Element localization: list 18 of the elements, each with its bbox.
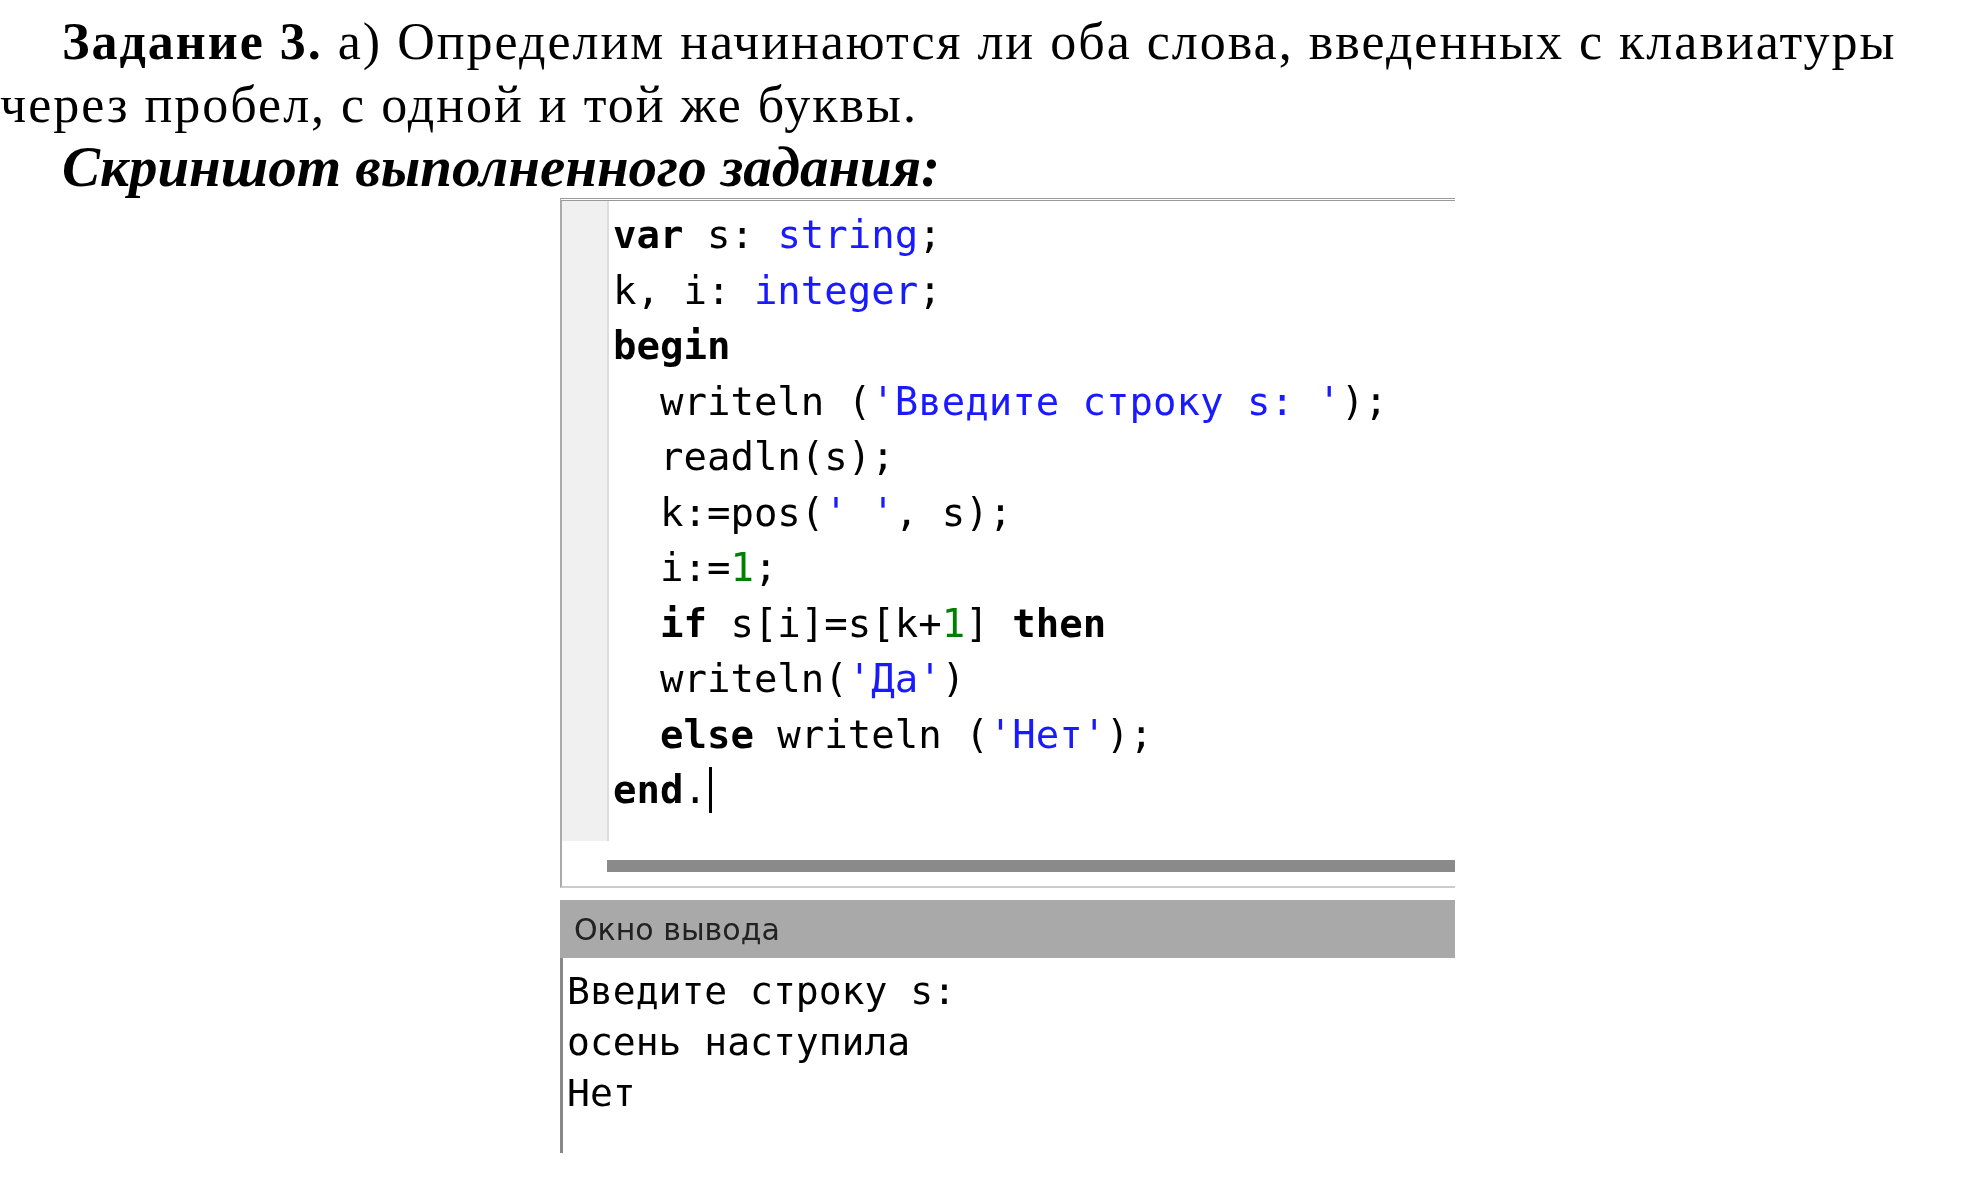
output-line: осень наступила [567,1019,912,1066]
code-line: begin [613,323,731,369]
code-line: writeln ('Введите строку s: '); [658,378,1388,424]
task-text: Задание 3. а) Определим начинаются ли оба слова, введенных с клавиатуры через пробел, с одной и той же буквы. [0,12,1898,135]
code-line: var s: string; [613,212,942,258]
code-line: k:=pos(' ', s); [658,489,1013,535]
output-title: Окно вывода [574,911,780,947]
code-line: if s[i]=s[k+1] then [658,600,1107,646]
code-line: end. [613,767,707,813]
output-line: Нет [567,1070,637,1117]
scrollbar[interactable] [607,860,1455,872]
output-line: Введите строку s: [567,968,957,1015]
code-line: else writeln ('Нет'); [658,711,1154,757]
code-line: writeln('Да') [658,656,966,702]
code-line: readln(s); [658,434,895,480]
caption-text: Скриншот выполненного задания: [62,136,942,198]
code-line: k, i: integer; [613,267,942,313]
code-line: i:=1; [658,545,778,591]
